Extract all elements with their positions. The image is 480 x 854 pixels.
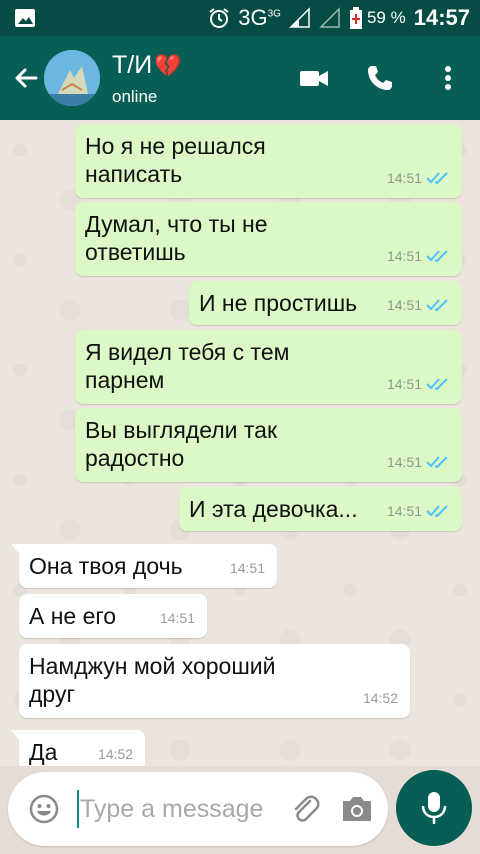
microphone-icon: [421, 792, 447, 824]
message-bubble[interactable]: Да 14:52: [11, 730, 145, 766]
message-meta: 14:51: [387, 164, 450, 192]
network-type: 3G3G: [238, 5, 281, 30]
message-bubble[interactable]: Она твоя дочь 14:51: [11, 544, 277, 588]
message-meta: 14:51: [387, 370, 450, 398]
avatar[interactable]: [44, 50, 100, 106]
read-ticks-icon: [426, 378, 448, 391]
message-text: Намджун мой хороший друг: [29, 653, 276, 707]
message-bubble[interactable]: Намджун мой хороший друг 14:52: [19, 644, 410, 718]
message-meta: 14:51: [160, 604, 195, 632]
message-meta: 14:52: [363, 684, 398, 712]
message-time: 14:51: [386, 297, 422, 313]
message-time: 14:51: [386, 376, 422, 392]
message-time: 14:51: [229, 560, 265, 576]
text-caret: [77, 790, 79, 828]
contact-status: online: [112, 87, 158, 106]
contact-name[interactable]: Т/И 💔: [112, 51, 182, 80]
signal-empty-icon: [319, 7, 340, 28]
message-bubble[interactable]: А не его 14:51: [19, 594, 207, 638]
message-time: 14:52: [362, 690, 398, 706]
message-text: Вы выглядели так радостно: [85, 417, 278, 471]
message-meta: 14:51: [387, 497, 450, 525]
message-meta: 14:51: [387, 448, 450, 476]
read-ticks-icon: [426, 299, 448, 312]
battery: 59 %: [349, 7, 406, 29]
emoji-icon[interactable]: [28, 793, 60, 825]
status-bar: 3G3G 59 % 14:57: [0, 0, 480, 36]
chat-header: Т/И 💔 online: [0, 36, 480, 120]
battery-icon: [349, 7, 362, 29]
message-time: 14:51: [159, 610, 195, 626]
message-time: 14:51: [386, 454, 422, 470]
video-call-icon[interactable]: [298, 62, 330, 94]
read-ticks-icon: [426, 505, 448, 518]
message-list[interactable]: Но я не решался написать 14:51 Думал, чт…: [0, 120, 480, 766]
message-bubble[interactable]: И не простишь 14:51: [189, 281, 462, 325]
paperclip-icon[interactable]: [288, 792, 322, 826]
signal-icon: [289, 7, 310, 28]
message-bubble[interactable]: Думал, что ты не ответишь 14:51: [75, 202, 462, 276]
message-bubble[interactable]: Но я не решался написать 14:51: [75, 124, 462, 198]
message-input[interactable]: [80, 786, 280, 832]
camera-icon[interactable]: [340, 794, 374, 824]
message-time: 14:51: [386, 170, 422, 186]
read-ticks-icon: [426, 456, 448, 469]
message-time: 14:51: [386, 503, 422, 519]
message-time: 14:51: [386, 248, 422, 264]
bubble-tail: [11, 544, 21, 556]
voice-message-button[interactable]: [396, 770, 472, 846]
message-meta: 14:52: [98, 740, 133, 766]
arrow-left-icon[interactable]: [10, 62, 42, 94]
message-bubble[interactable]: Вы выглядели так радостно 14:51: [75, 408, 462, 482]
message-bubble[interactable]: И эта девочка... 14:51: [179, 487, 462, 531]
more-vert-icon[interactable]: [432, 62, 464, 94]
message-composer: [8, 772, 388, 846]
avatar-image: [44, 50, 100, 106]
message-meta: 14:51: [387, 291, 450, 319]
alarm-icon: [209, 8, 229, 28]
message-bubble[interactable]: Я видел тебя с тем парнем 14:51: [75, 330, 462, 404]
message-text: Я видел тебя с тем парнем: [85, 339, 290, 393]
bubble-tail: [11, 730, 21, 742]
clock: 14:57: [413, 5, 470, 30]
message-text: Но я не решался написать: [85, 133, 266, 187]
read-ticks-icon: [426, 172, 448, 185]
message-text: Думал, что ты не ответишь: [85, 211, 268, 265]
phone-icon[interactable]: [364, 62, 396, 94]
message-meta: 14:51: [387, 242, 450, 270]
read-ticks-icon: [426, 250, 448, 263]
message-time: 14:52: [97, 746, 133, 762]
gallery-notification-icon: [15, 9, 35, 27]
message-meta: 14:51: [230, 554, 265, 582]
